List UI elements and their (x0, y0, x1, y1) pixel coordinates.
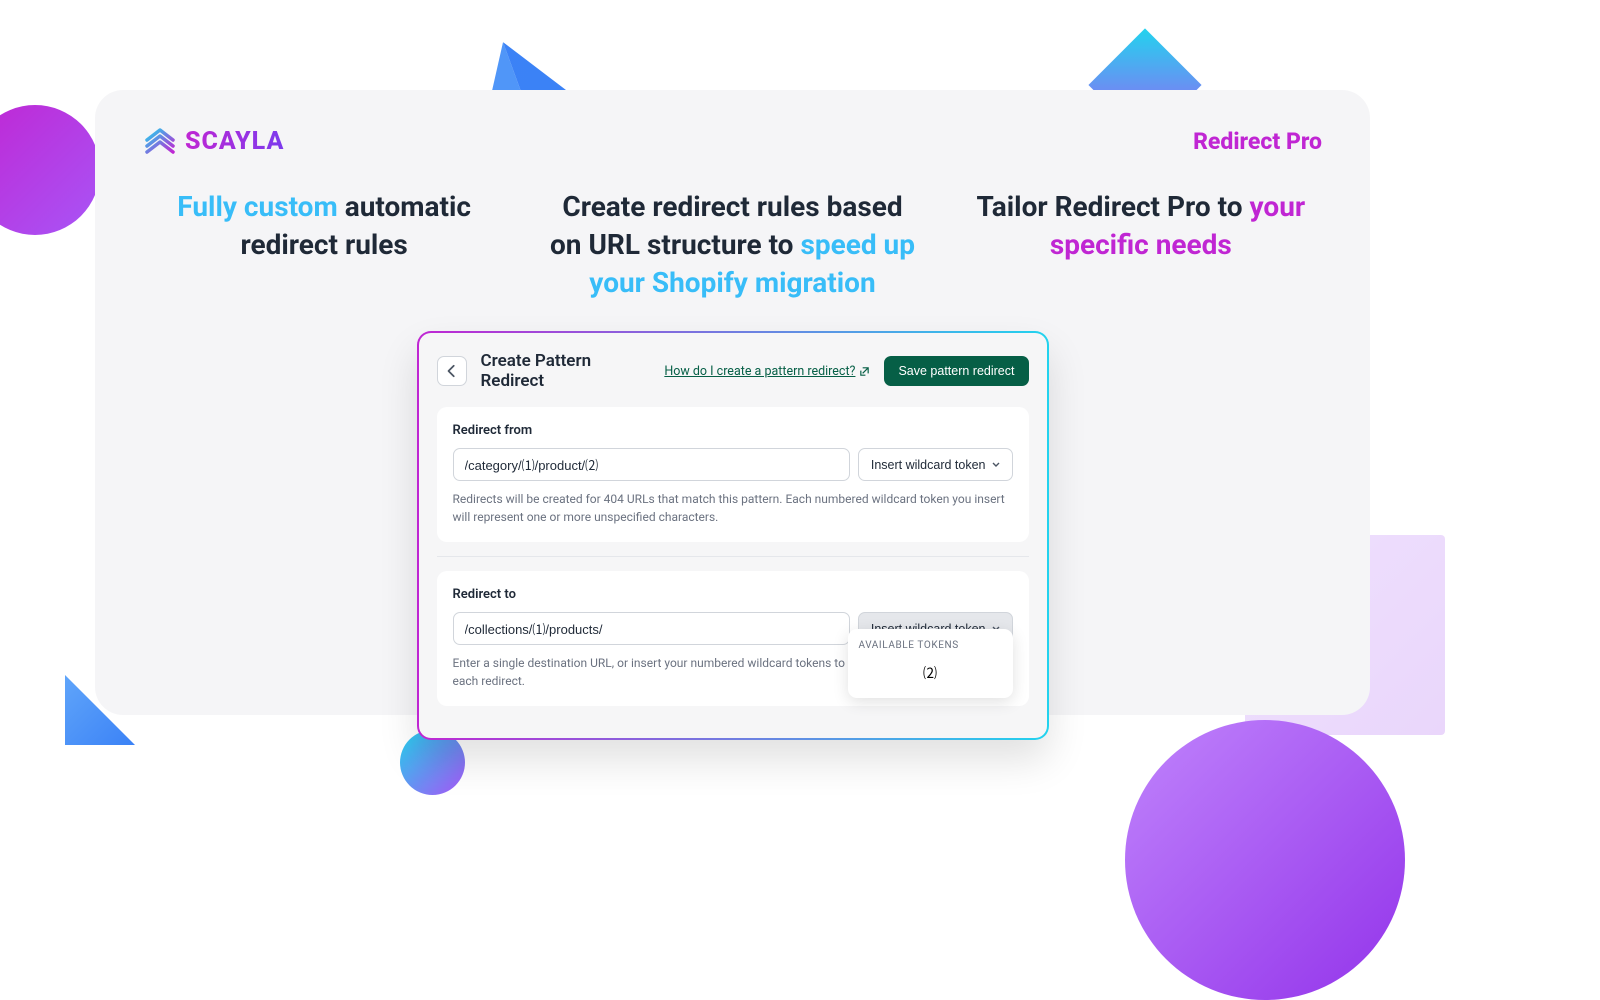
redirect-to-section: Redirect to Insert wildcard token Enter … (437, 571, 1029, 706)
arrow-left-icon (445, 364, 459, 378)
logo-icon (143, 124, 177, 158)
help-link[interactable]: How do I create a pattern redirect? (664, 364, 870, 379)
product-name: Redirect Pro (1193, 128, 1322, 155)
brand-name: SCAYLA (185, 127, 284, 156)
divider (437, 556, 1029, 557)
taglines: Fully custom automatic redirect rules Cr… (95, 158, 1370, 301)
redirect-from-input[interactable] (453, 448, 850, 481)
app-panel: Create Pattern Redirect How do I create … (417, 331, 1049, 740)
dropdown-item[interactable]: ⑵ (859, 659, 1002, 687)
external-link-icon (859, 366, 870, 377)
card-header: SCAYLA Redirect Pro (95, 90, 1370, 158)
redirect-from-section: Redirect from Insert wildcard token Redi… (437, 407, 1029, 542)
back-button[interactable] (437, 356, 467, 386)
panel-title: Create Pattern Redirect (481, 351, 651, 391)
redirect-from-label: Redirect from (453, 423, 1013, 438)
redirect-to-input[interactable] (453, 612, 850, 645)
tagline-right: Tailor Redirect Pro to your specific nee… (952, 188, 1330, 301)
tagline-left: Fully custom automatic redirect rules (135, 188, 513, 301)
insert-wildcard-from-button[interactable]: Insert wildcard token (858, 448, 1013, 481)
caret-down-icon (992, 461, 1000, 469)
decoration-circle (0, 105, 100, 235)
wildcard-dropdown: AVAILABLE TOKENS ⑵ (848, 629, 1013, 698)
redirect-to-label: Redirect to (453, 587, 1013, 602)
panel-header: Create Pattern Redirect How do I create … (437, 351, 1029, 391)
redirect-from-helper: Redirects will be created for 404 URLs t… (453, 490, 1013, 526)
save-button[interactable]: Save pattern redirect (884, 356, 1028, 386)
decoration-circle-br (1125, 720, 1405, 1000)
tagline-mid: Create redirect rules based on URL struc… (543, 188, 921, 301)
feature-card: SCAYLA Redirect Pro Fully custom automat… (95, 90, 1370, 715)
brand-logo: SCAYLA (143, 124, 284, 158)
dropdown-header: AVAILABLE TOKENS (859, 640, 1002, 651)
